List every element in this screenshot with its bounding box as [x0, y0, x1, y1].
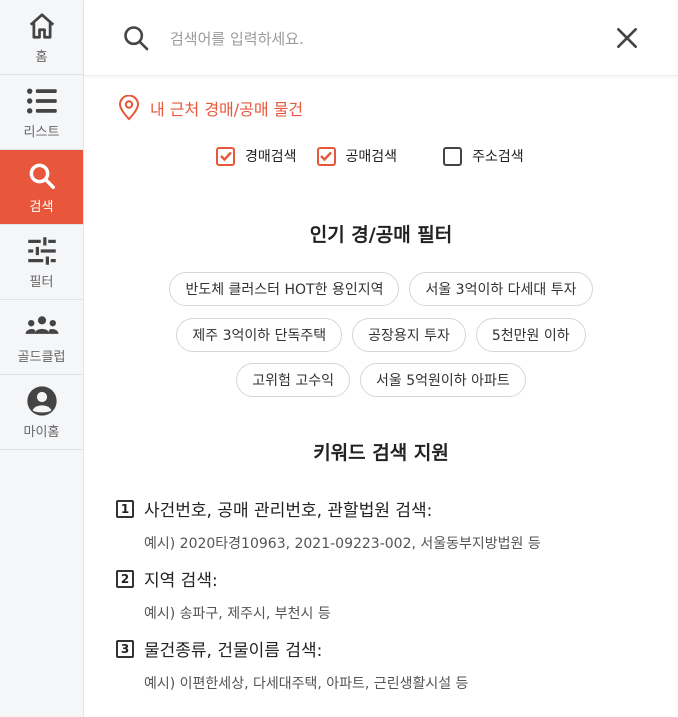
filter-chip[interactable]: 서울 5억원이하 아파트	[360, 363, 526, 397]
filter-chip[interactable]: 제주 3억이하 단독주택	[176, 318, 343, 352]
sidebar-item-label: 마이홈	[23, 425, 60, 440]
nearby-listings-label: 내 근처 경매/공매 물건	[150, 100, 304, 119]
location-pin-icon	[118, 94, 140, 121]
keyword-help-heading: 지역 검색:	[144, 571, 218, 591]
group-icon	[25, 309, 59, 343]
sidebar-item-list[interactable]: 리스트	[0, 75, 83, 150]
search-type-options: 경매검색 공매검색 주소검색	[216, 146, 544, 166]
sidebar-item-home[interactable]: 홈	[0, 0, 83, 75]
sidebar-item-label: 필터	[29, 275, 54, 290]
checkbox-checked-icon	[316, 146, 336, 166]
sidebar: 홈 리스트 검색 필터 골드클럽 마이홈	[0, 0, 84, 717]
checkbox-address[interactable]: 주소검색	[443, 146, 524, 166]
checkbox-checked-icon	[216, 146, 235, 166]
filter-chip[interactable]: 공장용지 투자	[352, 318, 466, 352]
filter-chip[interactable]: 서울 3억이하 다세대 투자	[409, 272, 593, 306]
checkbox-label: 공매검색	[345, 149, 398, 165]
checkbox-auction[interactable]: 경매검색	[216, 146, 297, 166]
sidebar-item-label: 홈	[35, 50, 48, 65]
chip-row: 반도체 클러스터 HOT한 용인지역 서울 3억이하 다세대 투자	[84, 272, 678, 306]
close-icon[interactable]	[614, 25, 640, 51]
sidebar-item-label: 검색	[29, 200, 54, 215]
number-badge: 1	[116, 499, 134, 518]
filter-chip[interactable]: 반도체 클러스터 HOT한 용인지역	[169, 272, 400, 306]
chip-row: 고위험 고수익 서울 5억원이하 아파트	[84, 363, 678, 397]
keyword-help-example: 예시) 이편한세상, 다세대주택, 아파트, 근린생활시설 등	[144, 676, 469, 692]
filter-sliders-icon	[25, 234, 59, 268]
checkbox-unchecked-icon	[443, 146, 463, 166]
filter-chip[interactable]: 고위험 고수익	[236, 363, 350, 397]
search-icon	[122, 24, 150, 52]
search-input[interactable]	[170, 22, 590, 56]
popular-filters-title: 인기 경/공매 필터	[309, 224, 453, 246]
search-icon	[25, 159, 59, 193]
filter-chip[interactable]: 5천만원 이하	[475, 318, 586, 352]
chip-row: 제주 3억이하 단독주택 공장용지 투자 5천만원 이하	[84, 318, 678, 352]
checkbox-label: 주소검색	[472, 149, 524, 165]
keyword-help-heading: 사건번호, 공매 관리번호, 관할법원 검색:	[144, 501, 433, 521]
sidebar-item-label: 리스트	[23, 125, 60, 140]
checkbox-label: 경매검색	[245, 149, 297, 165]
home-icon	[25, 9, 59, 43]
keyword-help-example: 예시) 2020타경10963, 2021-09223-002, 서울동부지방법…	[144, 536, 541, 552]
sidebar-item-search[interactable]: 검색	[0, 150, 83, 225]
keyword-help-heading: 물건종류, 건물이름 검색:	[144, 641, 323, 661]
keyword-help-example: 예시) 송파구, 제주시, 부천시 등	[144, 606, 331, 622]
keyword-support-title: 키워드 검색 지원	[313, 442, 449, 464]
nearby-listings-link[interactable]: 내 근처 경매/공매 물건	[118, 94, 304, 121]
sidebar-item-label: 골드클럽	[17, 350, 66, 365]
number-badge: 3	[116, 639, 134, 658]
keyword-help-item: 1 사건번호, 공매 관리번호, 관할법원 검색: 예시) 2020타경1096…	[116, 496, 541, 553]
checkbox-public-sale[interactable]: 공매검색	[316, 146, 398, 166]
keyword-help-item: 3 물건종류, 건물이름 검색: 예시) 이편한세상, 다세대주택, 아파트, …	[116, 636, 468, 693]
sidebar-item-gold-club[interactable]: 골드클럽	[0, 300, 83, 375]
sidebar-item-my-home[interactable]: 마이홈	[0, 375, 83, 450]
search-bar	[84, 0, 678, 76]
sidebar-item-filter[interactable]: 필터	[0, 225, 83, 300]
list-icon	[25, 84, 59, 118]
search-panel: 내 근처 경매/공매 물건 경매검색 공매검색 주소검색 인기 경/공매 필터 …	[84, 0, 678, 717]
user-circle-icon	[25, 384, 59, 418]
number-badge: 2	[116, 569, 134, 588]
keyword-help-item: 2 지역 검색: 예시) 송파구, 제주시, 부천시 등	[116, 566, 331, 623]
